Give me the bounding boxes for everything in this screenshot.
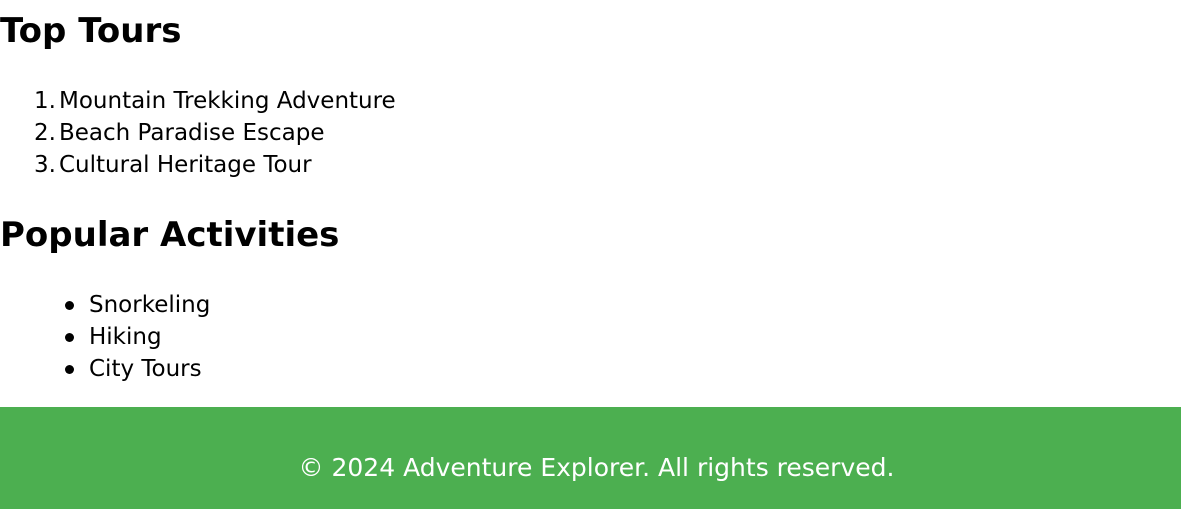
tour-label: Mountain Trekking Adventure bbox=[59, 88, 396, 114]
tour-number: 3. bbox=[34, 152, 56, 178]
top-tours-heading: Top Tours bbox=[0, 11, 182, 51]
tour-number: 2. bbox=[34, 120, 56, 146]
tour-label: Cultural Heritage Tour bbox=[59, 152, 312, 178]
activity-label: Snorkeling bbox=[89, 292, 211, 318]
bullet-icon bbox=[65, 301, 74, 310]
site-footer: © 2024 Adventure Explorer. All rights re… bbox=[0, 407, 1181, 509]
bullet-icon bbox=[65, 365, 74, 374]
tour-number: 1. bbox=[34, 88, 56, 114]
bullet-icon bbox=[65, 333, 74, 342]
page: Top Tours 1. Mountain Trekking Adventure… bbox=[0, 0, 1181, 509]
footer-copyright: © 2024 Adventure Explorer. All rights re… bbox=[298, 453, 895, 482]
activity-label: City Tours bbox=[89, 356, 202, 382]
tour-label: Beach Paradise Escape bbox=[59, 120, 325, 146]
popular-activities-heading: Popular Activities bbox=[0, 215, 340, 255]
activity-label: Hiking bbox=[89, 324, 162, 350]
